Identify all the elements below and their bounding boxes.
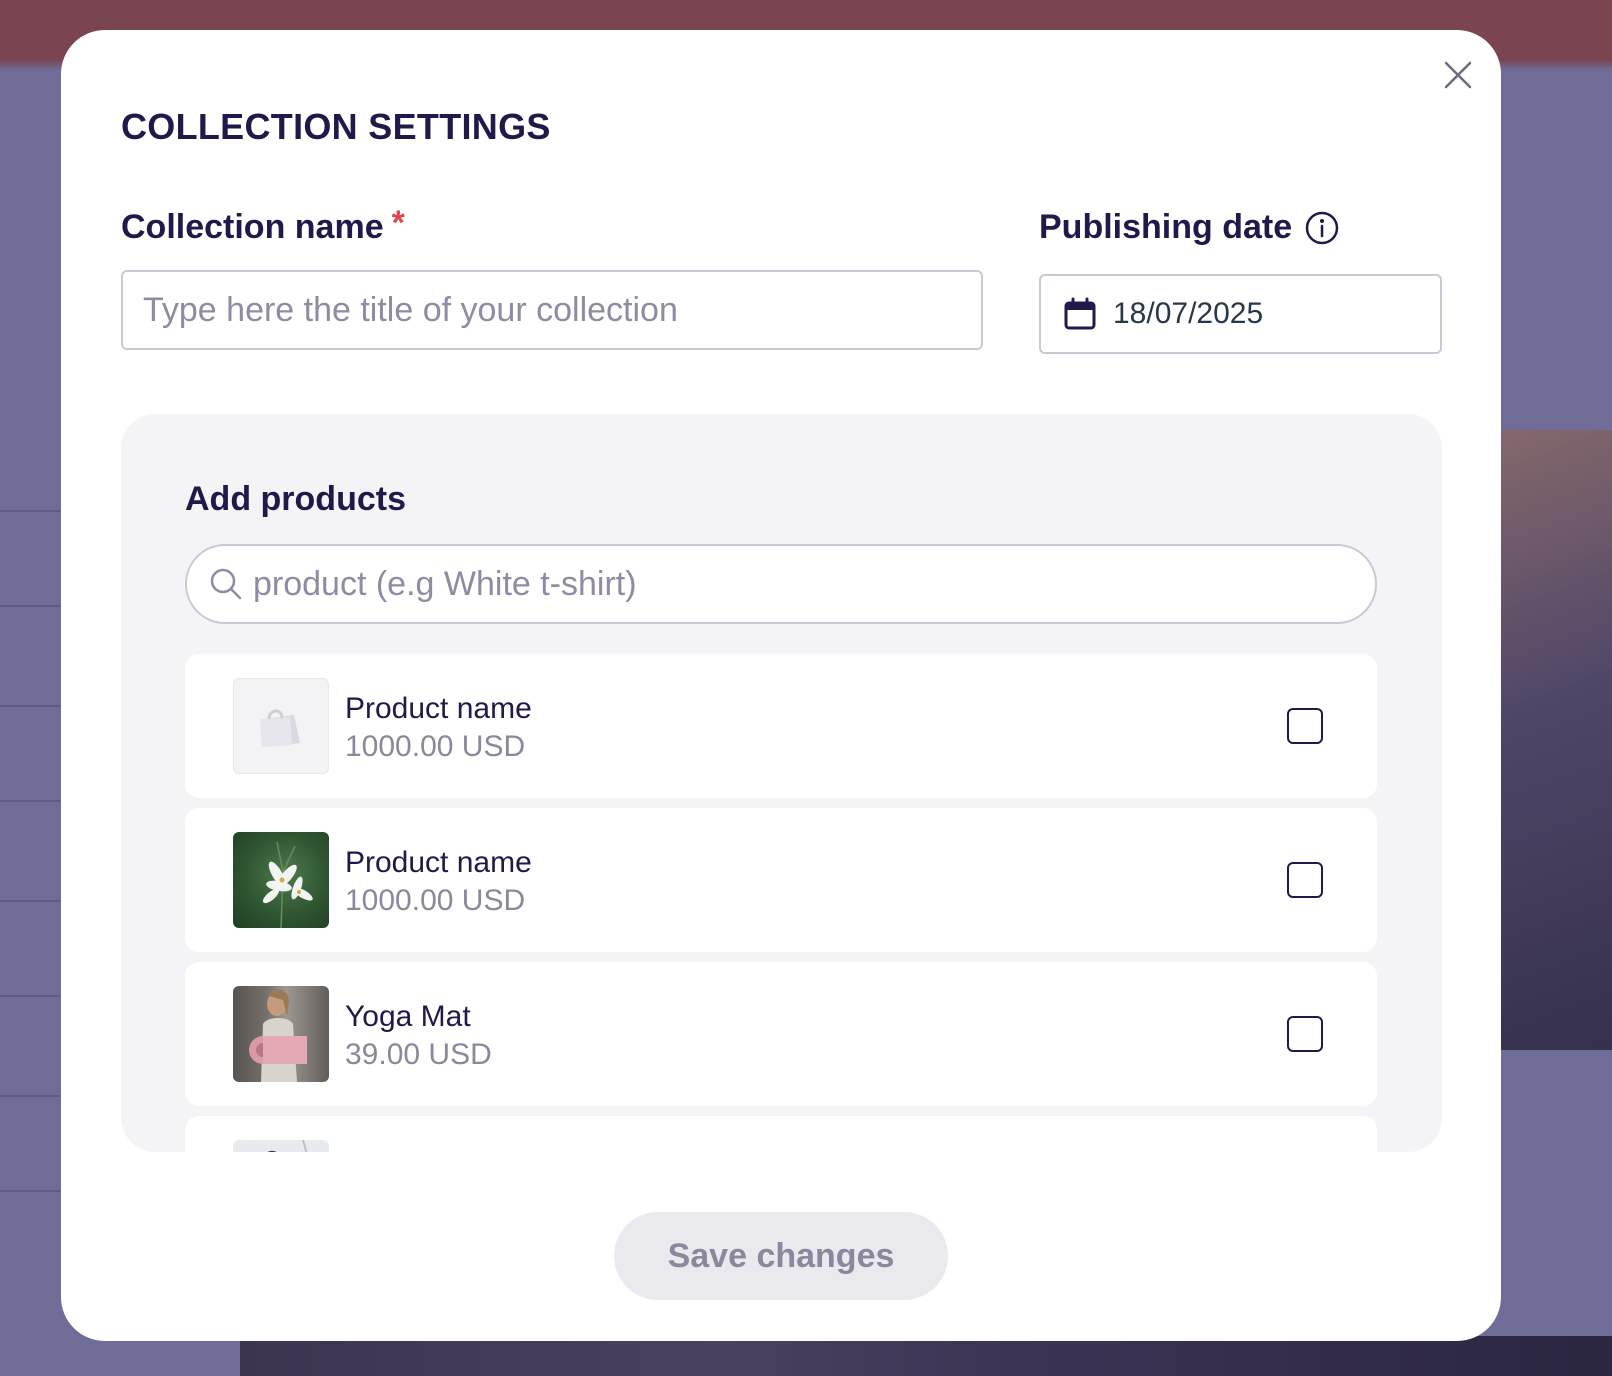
background-divider <box>0 1095 60 1097</box>
background-divider <box>0 995 60 997</box>
add-products-panel: Add products Product name 1000.00 USD <box>121 414 1442 1152</box>
collection-name-label-text: Collection name <box>121 208 384 246</box>
close-button[interactable] <box>1441 58 1475 92</box>
product-row[interactable]: Product name 1000.00 USD <box>185 654 1377 798</box>
info-icon[interactable] <box>1304 208 1340 248</box>
search-icon <box>210 568 242 600</box>
product-checkbox[interactable] <box>1287 708 1323 744</box>
save-changes-button[interactable]: Save changes <box>614 1212 948 1300</box>
background-divider <box>0 1190 60 1192</box>
product-search[interactable] <box>185 544 1377 624</box>
product-price: 1000.00 USD <box>345 884 526 917</box>
publishing-date-picker[interactable]: 18/07/2025 <box>1039 274 1442 354</box>
modal-title: COLLECTION SETTINGS <box>121 106 551 147</box>
product-list: Product name 1000.00 USD Product name 10… <box>185 654 1377 1152</box>
background-divider <box>0 705 60 707</box>
publishing-date-value: 18/07/2025 <box>1113 297 1264 330</box>
collection-settings-modal: COLLECTION SETTINGS Collection name * Pu… <box>61 30 1501 1341</box>
collection-name-input[interactable] <box>121 270 983 350</box>
product-price: 1000.00 USD <box>345 730 526 763</box>
background-divider <box>0 800 60 802</box>
product-name: Product name <box>345 692 532 725</box>
background-divider <box>0 900 60 902</box>
product-thumbnail <box>233 1140 329 1152</box>
product-row[interactable]: Yoga Mat 39.00 USD <box>185 962 1377 1106</box>
product-checkbox[interactable] <box>1287 862 1323 898</box>
partially-visible-product-photo <box>267 1140 308 1152</box>
product-row[interactable]: Product name 1000.00 USD <box>185 808 1377 952</box>
product-name: Product name <box>345 846 532 879</box>
product-price: 39.00 USD <box>345 1038 492 1071</box>
shopping-bag-placeholder-icon <box>260 709 300 747</box>
background-divider <box>0 605 60 607</box>
product-thumbnail <box>233 986 329 1082</box>
product-row[interactable] <box>185 1116 1377 1152</box>
close-icon <box>1444 61 1472 89</box>
required-asterisk: * <box>391 204 405 242</box>
white-lily-flowers-photo <box>262 841 313 928</box>
calendar-icon <box>1064 297 1096 330</box>
background-divider <box>0 510 60 512</box>
product-thumbnail <box>233 832 329 928</box>
background-image-bottom <box>240 1336 1612 1376</box>
publishing-date-label: Publishing date <box>1039 208 1340 248</box>
product-checkbox[interactable] <box>1287 1016 1323 1052</box>
woman-holding-yoga-mat-photo <box>233 986 329 1082</box>
add-products-heading: Add products <box>185 480 406 518</box>
product-thumbnail <box>233 678 329 774</box>
collection-name-label: Collection name * <box>121 204 405 247</box>
product-search-input[interactable] <box>253 564 1353 604</box>
publishing-date-label-text: Publishing date <box>1039 208 1293 246</box>
product-name: Yoga Mat <box>345 1000 471 1033</box>
